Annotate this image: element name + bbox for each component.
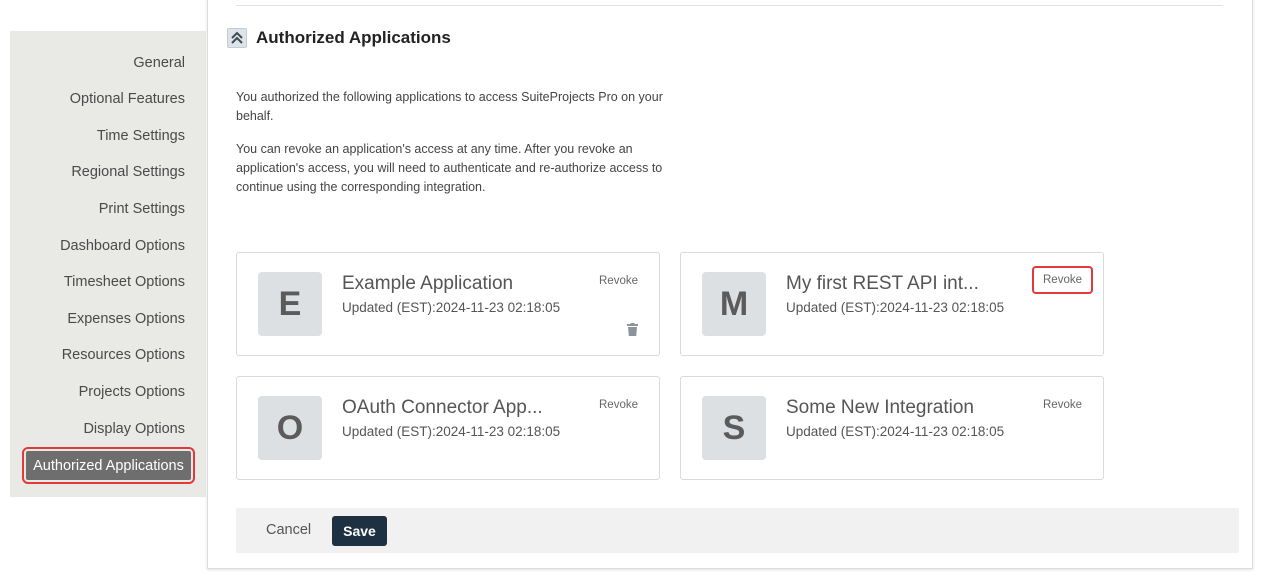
revoke-info-paragraph: You can revoke an application's access a…	[236, 142, 663, 194]
revoke-button[interactable]: Revoke	[599, 399, 638, 411]
sidebar-item-general[interactable]: General	[133, 55, 185, 71]
chevron-double-up-icon	[231, 31, 243, 44]
form-footer: Cancel Save	[236, 508, 1239, 553]
app-updated-timestamp: Updated (EST):2024-11-23 02:18:05	[342, 424, 561, 439]
sidebar-item-display-options[interactable]: Display Options	[83, 421, 185, 437]
sidebar-item-authorized-applications[interactable]: Authorized Applications	[26, 451, 191, 480]
sidebar-item-regional-settings[interactable]: Regional Settings	[71, 164, 185, 180]
app-name: OAuth Connector App...	[342, 397, 543, 418]
app-name: Some New Integration	[786, 397, 974, 418]
app-card-oauth-connector: O OAuth Connector App... Updated (EST):2…	[236, 376, 660, 480]
app-avatar: M	[702, 272, 766, 336]
app-updated-timestamp: Updated (EST):2024-11-23 02:18:05	[786, 300, 1005, 315]
sidebar-item-dashboard-options[interactable]: Dashboard Options	[60, 238, 185, 254]
section-title: Authorized Applications	[256, 28, 451, 47]
save-button[interactable]: Save	[332, 516, 387, 546]
sidebar-item-time-settings[interactable]: Time Settings	[97, 128, 185, 144]
main-panel: Authorized Applications You authorized t…	[207, 0, 1253, 569]
app-avatar: E	[258, 272, 322, 336]
sidebar-item-print-settings[interactable]: Print Settings	[99, 201, 185, 217]
app-updated-timestamp: Updated (EST):2024-11-23 02:18:05	[786, 424, 1005, 439]
app-name: Example Application	[342, 273, 514, 294]
app-name: My first REST API int...	[786, 273, 979, 294]
sidebar-item-optional-features[interactable]: Optional Features	[70, 91, 185, 107]
section-divider	[236, 5, 1223, 6]
collapse-section-button[interactable]	[227, 28, 247, 48]
settings-sidebar: General Optional Features Time Settings …	[10, 31, 206, 497]
revoke-button[interactable]: Revoke	[599, 275, 638, 287]
sidebar-item-projects-options[interactable]: Projects Options	[79, 384, 185, 400]
active-item-highlight: Authorized Applications	[22, 447, 195, 484]
app-avatar: S	[702, 396, 766, 460]
app-avatar: O	[258, 396, 322, 460]
sidebar-item-timesheet-options[interactable]: Timesheet Options	[64, 274, 185, 290]
app-card-example-application: E Example Application Updated (EST):2024…	[236, 252, 660, 356]
revoke-button[interactable]: Revoke	[1032, 266, 1093, 294]
revoke-button[interactable]: Revoke	[1043, 399, 1082, 411]
sidebar-item-expenses-options[interactable]: Expenses Options	[67, 311, 185, 327]
sidebar-item-resources-options[interactable]: Resources Options	[62, 347, 185, 363]
trash-icon[interactable]	[627, 323, 638, 336]
cancel-button[interactable]: Cancel	[266, 522, 311, 538]
app-updated-timestamp: Updated (EST):2024-11-23 02:18:05	[342, 300, 561, 315]
intro-paragraph: You authorized the following application…	[236, 90, 663, 123]
app-card-some-new-integration: S Some New Integration Updated (EST):202…	[680, 376, 1104, 480]
app-card-rest-api: M My first REST API int... Updated (EST)…	[680, 252, 1104, 356]
